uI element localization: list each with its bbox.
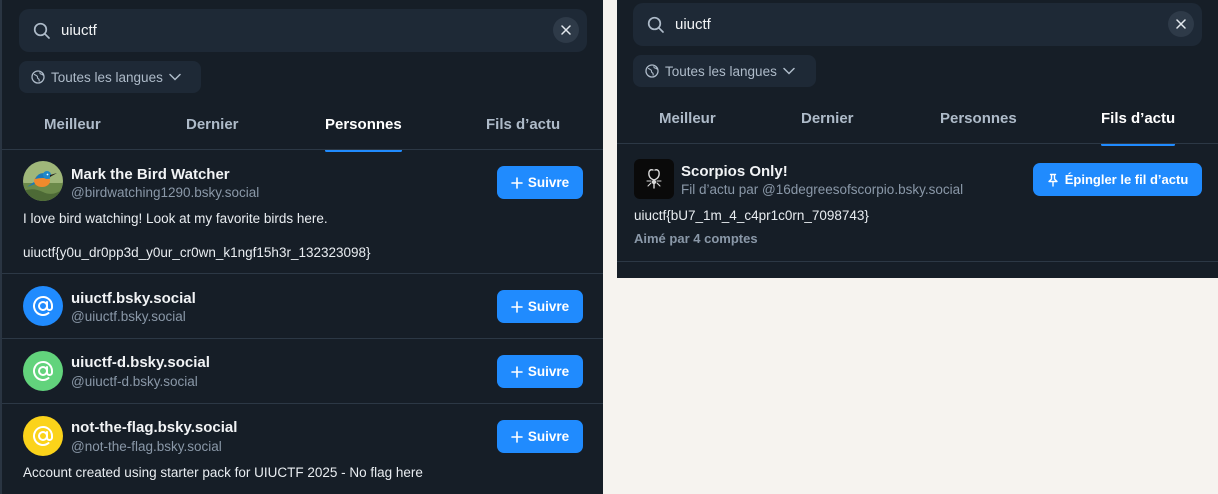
avatar — [23, 416, 63, 456]
feed-likes: Aimé par 4 comptes — [634, 231, 758, 246]
list-item[interactable]: uiuctf-d.bsky.social @uiuctf-d.bsky.soci… — [2, 339, 603, 404]
plus-icon — [511, 365, 523, 378]
follow-label: Suivre — [527, 175, 570, 190]
plus-icon — [511, 430, 523, 443]
avatar — [23, 161, 63, 201]
language-filter-button[interactable]: Toutes les langues — [633, 55, 816, 87]
person-name[interactable]: uiuctf-d.bsky.social — [71, 354, 210, 371]
person-handle: @uiuctf-d.bsky.social — [71, 374, 198, 389]
clear-search-button[interactable] — [553, 17, 579, 43]
feed-item[interactable]: Scorpios Only! Fil d’actu par @16degrees… — [617, 144, 1218, 262]
search-icon — [33, 22, 50, 39]
feeds-search-panel: uiuctf Toutes les langues Meilleur Derni… — [617, 0, 1218, 278]
follow-button[interactable]: Suivre — [497, 420, 583, 453]
follow-button[interactable]: Suivre — [497, 355, 583, 388]
pin-icon — [1048, 173, 1058, 187]
pin-feed-button[interactable]: Épingler le fil d’actu — [1033, 163, 1202, 196]
person-handle: @not-the-flag.bsky.social — [71, 439, 222, 454]
pin-feed-label: Épingler le fil d’actu — [1064, 172, 1189, 187]
bird-photo-icon — [23, 161, 63, 201]
person-handle: @birdwatching1290.bsky.social — [71, 185, 260, 200]
follow-label: Suivre — [527, 364, 570, 379]
person-name[interactable]: Mark the Bird Watcher — [71, 166, 230, 183]
chevron-down-icon — [169, 73, 181, 81]
follow-button[interactable]: Suivre — [497, 166, 583, 199]
person-name[interactable]: not-the-flag.bsky.social — [71, 419, 237, 436]
plus-icon — [511, 300, 523, 313]
scorpion-icon — [646, 169, 662, 189]
search-bar[interactable]: uiuctf — [19, 9, 587, 52]
follow-label: Suivre — [527, 299, 570, 314]
search-input[interactable]: uiuctf — [61, 22, 97, 39]
people-search-panel: uiuctf Toutes les langues Meilleur Derni… — [0, 0, 603, 494]
language-filter-label: Toutes les langues — [51, 69, 163, 85]
clear-search-button[interactable] — [1168, 11, 1194, 37]
search-bar[interactable]: uiuctf — [633, 3, 1202, 46]
feed-byline: Fil d’actu par @16degreesofscorpio.bsky.… — [681, 182, 964, 197]
at-sign-icon — [33, 425, 53, 446]
list-item[interactable]: Mark the Bird Watcher @birdwatching1290.… — [2, 150, 603, 274]
person-handle: @uiuctf.bsky.social — [71, 309, 186, 324]
globe-icon — [31, 70, 45, 84]
feed-description: uiuctf{bU7_1m_4_c4pr1c0rn_7098743} — [634, 208, 869, 223]
follow-button[interactable]: Suivre — [497, 290, 583, 323]
chevron-down-icon — [783, 67, 795, 75]
avatar — [23, 351, 63, 391]
search-icon — [647, 16, 664, 33]
avatar — [23, 286, 63, 326]
close-icon — [561, 25, 571, 35]
list-item[interactable]: not-the-flag.bsky.social @not-the-flag.b… — [2, 404, 603, 494]
globe-icon — [645, 64, 659, 78]
language-filter-button[interactable]: Toutes les langues — [19, 61, 201, 93]
person-name[interactable]: uiuctf.bsky.social — [71, 290, 196, 307]
person-bio: Account created using starter pack for U… — [23, 465, 423, 480]
at-sign-icon — [33, 360, 53, 381]
search-input[interactable]: uiuctf — [675, 16, 711, 33]
follow-label: Suivre — [527, 429, 570, 444]
at-sign-icon — [33, 295, 53, 316]
person-bio: I love bird watching! Look at my favorit… — [23, 211, 328, 226]
language-filter-label: Toutes les langues — [665, 63, 777, 79]
list-item[interactable]: uiuctf.bsky.social @uiuctf.bsky.social S… — [2, 274, 603, 339]
feed-avatar — [634, 159, 674, 199]
plus-icon — [511, 176, 523, 189]
close-icon — [1176, 19, 1186, 29]
person-bio-flag: uiuctf{y0u_dr0pp3d_y0ur_cr0wn_k1ngf15h3r… — [23, 245, 371, 260]
feed-name[interactable]: Scorpios Only! — [681, 163, 788, 180]
